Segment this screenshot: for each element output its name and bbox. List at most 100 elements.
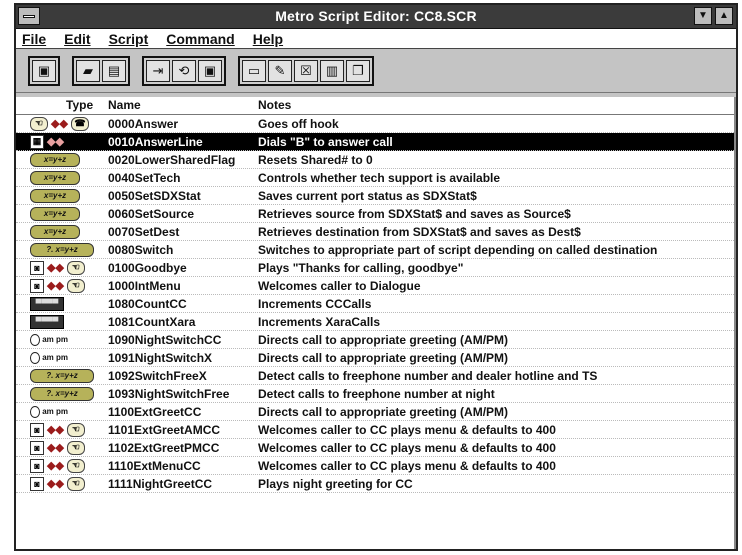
row-type-icons: ?. x=y+z xyxy=(16,386,104,401)
table-row[interactable]: x=y+z 0050SetSDXStat Saves current port st… xyxy=(16,187,736,205)
table-row[interactable]: ☜ ◆◆ ☎ 0000Answer Goes off hook xyxy=(16,115,736,133)
table-row[interactable]: ?. x=y+z 1092SwitchFreeX Detect calls to f… xyxy=(16,367,736,385)
table-row[interactable]: ?. x=y+z 1093NightSwitchFree Detect calls … xyxy=(16,385,736,403)
row-notes: Welcomes caller to CC plays menu & defau… xyxy=(258,458,556,473)
row-name: 1000IntMenu xyxy=(108,278,181,293)
list-rows: ☜ ◆◆ ☎ 0000Answer Goes off hook ▦ ◆◆ 0010Answer… xyxy=(16,115,736,493)
menu-command[interactable]: Command xyxy=(166,31,234,47)
copy-icon[interactable]: ▥ xyxy=(320,59,344,82)
row-type-icons: ☜ ◆◆ ☎ xyxy=(16,116,104,131)
row-notes: Detect calls to freephone number at nigh… xyxy=(258,386,495,401)
table-row[interactable]: x=y+z 0060SetSource Retrieves source from … xyxy=(16,205,736,223)
row-notes: Welcomes caller to Dialogue xyxy=(258,278,421,293)
insert-icon[interactable]: ⇥ xyxy=(146,59,170,82)
arrows-icon: ◆◆ xyxy=(47,460,64,472)
save-icon[interactable]: ▣ xyxy=(32,59,56,82)
row-name: 1090NightSwitchCC xyxy=(108,332,222,347)
link-icon[interactable]: ⟲ xyxy=(172,59,196,82)
minimize-button[interactable]: ▼ xyxy=(694,7,712,25)
clock-face-icon xyxy=(30,405,41,418)
title-bar[interactable]: Metro Script Editor: CC8.SCR ▼ ▲ xyxy=(16,5,736,29)
disk-icon-2[interactable]: ▣ xyxy=(198,59,222,82)
menu-help[interactable]: Help xyxy=(253,31,283,47)
play-icon: ◙ xyxy=(30,422,44,437)
hand-icon: ☜ xyxy=(66,476,85,491)
row-type-icons: ▦ ◆◆ xyxy=(16,134,104,149)
open-icon[interactable]: ▰ xyxy=(76,59,100,82)
table-row[interactable]: x=y+z 0070SetDest Retrieves destination fr… xyxy=(16,223,736,241)
row-type-icons: ◙ ◆◆ ☜ xyxy=(16,260,104,275)
table-row[interactable]: ◙ ◆◆ ☜ 1102ExtGreetPMCC Welcomes caller to C… xyxy=(16,439,736,457)
menu-script[interactable]: Script xyxy=(109,31,149,47)
arrows-icon: ◆◆ xyxy=(47,478,64,490)
table-row[interactable]: am pm 1090NightSwitchCC Directs call to ap… xyxy=(16,331,736,349)
window-title: Metro Script Editor: CC8.SCR xyxy=(275,8,477,24)
row-type-icons: ?. x=y+z xyxy=(16,368,104,383)
table-row[interactable]: ◙ ◆◆ ☜ 1111NightGreetCC Plays night greeting… xyxy=(16,475,736,493)
menu-bar: File Edit Script Command Help xyxy=(16,29,736,49)
hand-icon: ☜ xyxy=(66,278,85,293)
folder-icon[interactable]: ▭ xyxy=(242,59,266,82)
counter-icon: ▀▀▀▀ xyxy=(30,296,64,311)
table-row[interactable]: ◙ ◆◆ ☜ 1101ExtGreetAMCC Welcomes caller to C… xyxy=(16,421,736,439)
row-type-icons: x=y+z xyxy=(16,224,104,239)
table-row[interactable]: am pm 1100ExtGreetCC Directs call to appro… xyxy=(16,403,736,421)
disk-icon[interactable]: ▤ xyxy=(102,59,126,82)
table-row[interactable]: ◙ ◆◆ ☜ 1110ExtMenuCC Welcomes caller to CC p… xyxy=(16,457,736,475)
row-type-icons: x=y+z xyxy=(16,188,104,203)
row-name: 0000Answer xyxy=(108,116,179,131)
row-notes: Detect calls to freephone number and dea… xyxy=(258,368,598,383)
column-header-type[interactable]: Type xyxy=(16,98,104,112)
table-row[interactable]: x=y+z 0020LowerSharedFlag Resets Shared# t… xyxy=(16,151,736,169)
row-name: 1100ExtGreetCC xyxy=(108,404,202,419)
row-notes: Dials "B" to answer call xyxy=(258,134,393,149)
row-name: 0060SetSource xyxy=(108,206,195,221)
table-row[interactable]: ◙ ◆◆ ☜ 1000IntMenu Welcomes caller to Dialog… xyxy=(16,277,736,295)
table-row[interactable]: x=y+z 0040SetTech Controls whether tech su… xyxy=(16,169,736,187)
stack-icon[interactable]: ❐ xyxy=(346,59,370,82)
row-notes: Retrieves destination from SDXStat$ and … xyxy=(258,224,581,239)
maximize-button[interactable]: ▲ xyxy=(715,7,733,25)
row-type-icons: am pm xyxy=(16,333,104,347)
toolbar-group-file: ▰ ▤ xyxy=(72,55,130,86)
row-name: 1080CountCC xyxy=(108,296,187,311)
table-row[interactable]: ?. x=y+z 0080Switch Switches to appropriat… xyxy=(16,241,736,259)
menu-file[interactable]: File xyxy=(22,31,46,47)
pointer-icon[interactable]: ☒ xyxy=(294,59,318,82)
switch-formula-icon: ?. x=y+z xyxy=(30,242,94,257)
row-notes: Directs call to appropriate greeting (AM… xyxy=(258,332,509,347)
row-notes: Plays "Thanks for calling, goodbye" xyxy=(258,260,464,275)
toolbar-group-save: ▣ xyxy=(28,55,60,86)
clock-icon: am pm xyxy=(30,405,68,419)
row-notes: Welcomes caller to CC plays menu & defau… xyxy=(258,440,556,455)
row-name: 1093NightSwitchFree xyxy=(108,386,230,401)
table-row[interactable]: ▀▀▀▀ 1080CountCC Increments CCCalls xyxy=(16,295,736,313)
hand-icon: ☜ xyxy=(66,440,85,455)
toolbar-group-edit: ▭ ✎ ☒ ▥ ❐ xyxy=(238,55,374,86)
hand-icon: ☜ xyxy=(66,260,85,275)
row-type-icons: ◙ ◆◆ ☜ xyxy=(16,476,104,491)
row-name: 0020LowerSharedFlag xyxy=(108,152,236,167)
play-icon: ◙ xyxy=(30,476,44,491)
table-row[interactable]: am pm 1091NightSwitchX Directs call to app… xyxy=(16,349,736,367)
table-row[interactable]: ▦ ◆◆ 0010AnswerLine Dials "B" to answer cal… xyxy=(16,133,736,151)
script-list: Type Name Notes ☜ ◆◆ ☎ 0000Answer Goes off h… xyxy=(16,97,736,549)
menu-edit[interactable]: Edit xyxy=(64,31,90,47)
edit-icon[interactable]: ✎ xyxy=(268,59,292,82)
row-name: 1092SwitchFreeX xyxy=(108,368,207,383)
row-name: 0050SetSDXStat xyxy=(108,188,201,203)
arrows-icon: ◆◆ xyxy=(47,424,64,436)
switch-formula-icon: ?. x=y+z xyxy=(30,368,94,383)
row-type-icons: am pm xyxy=(16,351,104,365)
clock-face-icon xyxy=(30,351,41,364)
row-notes: Directs call to appropriate greeting (AM… xyxy=(258,404,509,419)
column-header-name[interactable]: Name xyxy=(104,98,254,112)
row-notes: Increments XaraCalls xyxy=(258,314,381,329)
row-type-icons: ◙ ◆◆ ☜ xyxy=(16,440,104,455)
row-type-icons: x=y+z xyxy=(16,170,104,185)
counter-icon: ▀▀▀▀ xyxy=(30,314,64,329)
table-row[interactable]: ▀▀▀▀ 1081CountXara Increments XaraCalls xyxy=(16,313,736,331)
table-row[interactable]: ◙ ◆◆ ☜ 0100Goodbye Plays "Thanks for calling… xyxy=(16,259,736,277)
column-header-notes[interactable]: Notes xyxy=(254,98,736,112)
row-name: 1102ExtGreetPMCC xyxy=(108,440,220,455)
